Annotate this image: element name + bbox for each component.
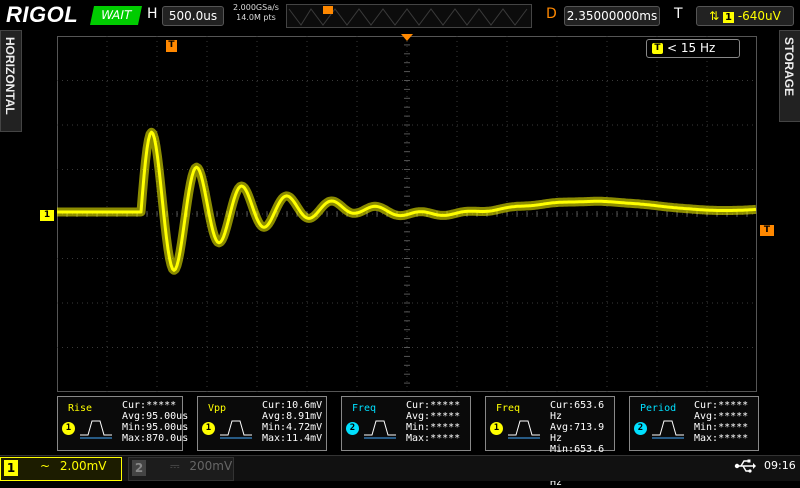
channel-1-offset-marker[interactable]: 1	[40, 210, 54, 221]
measurement-channel-badge: 1	[202, 422, 215, 435]
channel-2-scale: ⎓ 200mV	[170, 459, 232, 474]
measurement-channel-badge: 1	[490, 422, 503, 435]
measurement-min: Min:*****	[406, 422, 461, 433]
trigger-level-value: -640uV	[737, 9, 781, 23]
measurement-values: Cur:10.6mV Avg:8.91mV Min:4.72mV Max:11.4mV	[262, 400, 322, 444]
channel-2-coupling-icon: ⎓	[170, 459, 180, 473]
measurement-4[interactable]: Freq 1 Cur:653.6 Hz Avg:713.9 Hz Min:653.6 H…	[485, 396, 615, 488]
brand-logo: RIGOL	[6, 2, 79, 27]
measurement-waveform-icon	[80, 420, 112, 439]
trigger-edge-icon: ⇅	[709, 9, 720, 23]
channel-1-scale: ~ 2.00mV	[40, 459, 107, 473]
trigger-level-marker[interactable]: T	[760, 225, 774, 236]
measurement-avg: Avg:713.9 Hz	[550, 422, 605, 444]
horizontal-menu-tab[interactable]: HORIZONTAL	[0, 30, 22, 132]
measurement-channel-badge: 2	[634, 422, 647, 435]
measurement-cur: Cur:*****	[122, 400, 177, 411]
measurement-values: Cur:***** Avg:***** Min:***** Max:*****	[694, 400, 748, 444]
channel-2-scale-value: 200mV	[189, 459, 233, 473]
measurement-channel-badge: 1	[62, 422, 75, 435]
run-status-badge[interactable]: WAIT	[89, 6, 143, 25]
measurement-min: Min:*****	[694, 422, 749, 433]
sample-info: 2.000GSa/s 14.0M pts	[228, 3, 284, 23]
measurement-max: Max:*****	[406, 433, 461, 444]
horizontal-tab-label: HORIZONTAL	[3, 37, 17, 115]
measurement-cur: Cur:*****	[694, 400, 749, 411]
storage-tab-label: STORAGE	[782, 37, 796, 97]
frequency-counter[interactable]: T < 15 Hz	[646, 39, 740, 58]
measurement-cur: Cur:10.6mV	[262, 400, 323, 411]
measurement-values: Cur:***** Avg:***** Min:***** Max:*****	[406, 400, 460, 444]
memory-position-strip[interactable]	[286, 4, 532, 28]
measurement-avg: Avg:95.00us	[122, 411, 189, 422]
measurement-cur: Cur:653.6 Hz	[550, 400, 605, 422]
trigger-time-arrow-icon	[401, 34, 413, 41]
trigger-glyph-icon: T	[652, 43, 663, 54]
measurement-min: Min:4.72mV	[262, 422, 323, 433]
measurement-2[interactable]: Vpp 1 Cur:10.6mV Avg:8.91mV Min:4.72mV Max:11…	[197, 396, 327, 451]
measurement-max: Max:870.0us	[122, 433, 189, 444]
measurement-waveform-icon	[364, 420, 396, 439]
trigger-info[interactable]: ⇅ 1 -640uV	[696, 6, 794, 26]
measurement-name: Period	[640, 403, 677, 414]
usb-icon	[734, 459, 756, 473]
delay-label: D	[546, 6, 557, 22]
measurement-5[interactable]: Period 2 Cur:***** Avg:***** Min:***** Max:**…	[629, 396, 759, 451]
channel-1-number: 1	[4, 460, 18, 476]
measurement-avg: Avg:*****	[406, 411, 461, 422]
sample-rate: 2.000GSa/s	[233, 3, 279, 12]
delay-value[interactable]: 2.35000000ms	[564, 6, 660, 26]
timebase-value[interactable]: 500.0us	[162, 6, 224, 26]
memory-depth: 14.0M pts	[236, 13, 276, 22]
measurement-waveform-icon	[220, 420, 252, 439]
trigger-label: T	[674, 6, 683, 22]
measurement-max: Max:*****	[694, 433, 749, 444]
measurement-avg: Avg:8.91mV	[262, 411, 323, 422]
measurement-3[interactable]: Freq 2 Cur:***** Avg:***** Min:***** Max:****…	[341, 396, 471, 451]
memory-trigger-marker	[323, 6, 333, 14]
measurement-channel-badge: 2	[346, 422, 359, 435]
clock: 09:16	[764, 459, 796, 472]
storage-menu-tab[interactable]: STORAGE	[779, 30, 800, 122]
measurement-values: Cur:***** Avg:95.00us Min:95.00us Max:870.0…	[122, 400, 188, 444]
measurement-name: Vpp	[208, 403, 227, 414]
trigger-position-marker[interactable]: T	[166, 40, 177, 52]
measurement-name: Freq	[496, 403, 521, 414]
measurement-waveform-icon	[508, 420, 540, 439]
measurement-min: Min:95.00us	[122, 422, 189, 433]
measurement-max: Max:11.4mV	[262, 433, 323, 444]
channel-2-number: 2	[132, 460, 146, 476]
channel-1-scale-value: 2.00mV	[59, 459, 107, 473]
memory-strip-graphic	[288, 6, 528, 26]
measurement-name: Freq	[352, 403, 377, 414]
channel-1-coupling-icon: ~	[40, 459, 51, 473]
frequency-counter-value: < 15 Hz	[667, 41, 716, 55]
horizontal-label: H	[147, 6, 158, 22]
measurement-1[interactable]: Rise 1 Cur:***** Avg:95.00us Min:95.00us Max:…	[57, 396, 188, 451]
measurement-name: Rise	[68, 403, 93, 414]
measurement-cur: Cur:*****	[406, 400, 461, 411]
measurement-avg: Avg:*****	[694, 411, 749, 422]
channel-1-badge: 1	[723, 12, 734, 23]
waveform-display[interactable]	[57, 36, 757, 392]
measurement-waveform-icon	[652, 420, 684, 439]
